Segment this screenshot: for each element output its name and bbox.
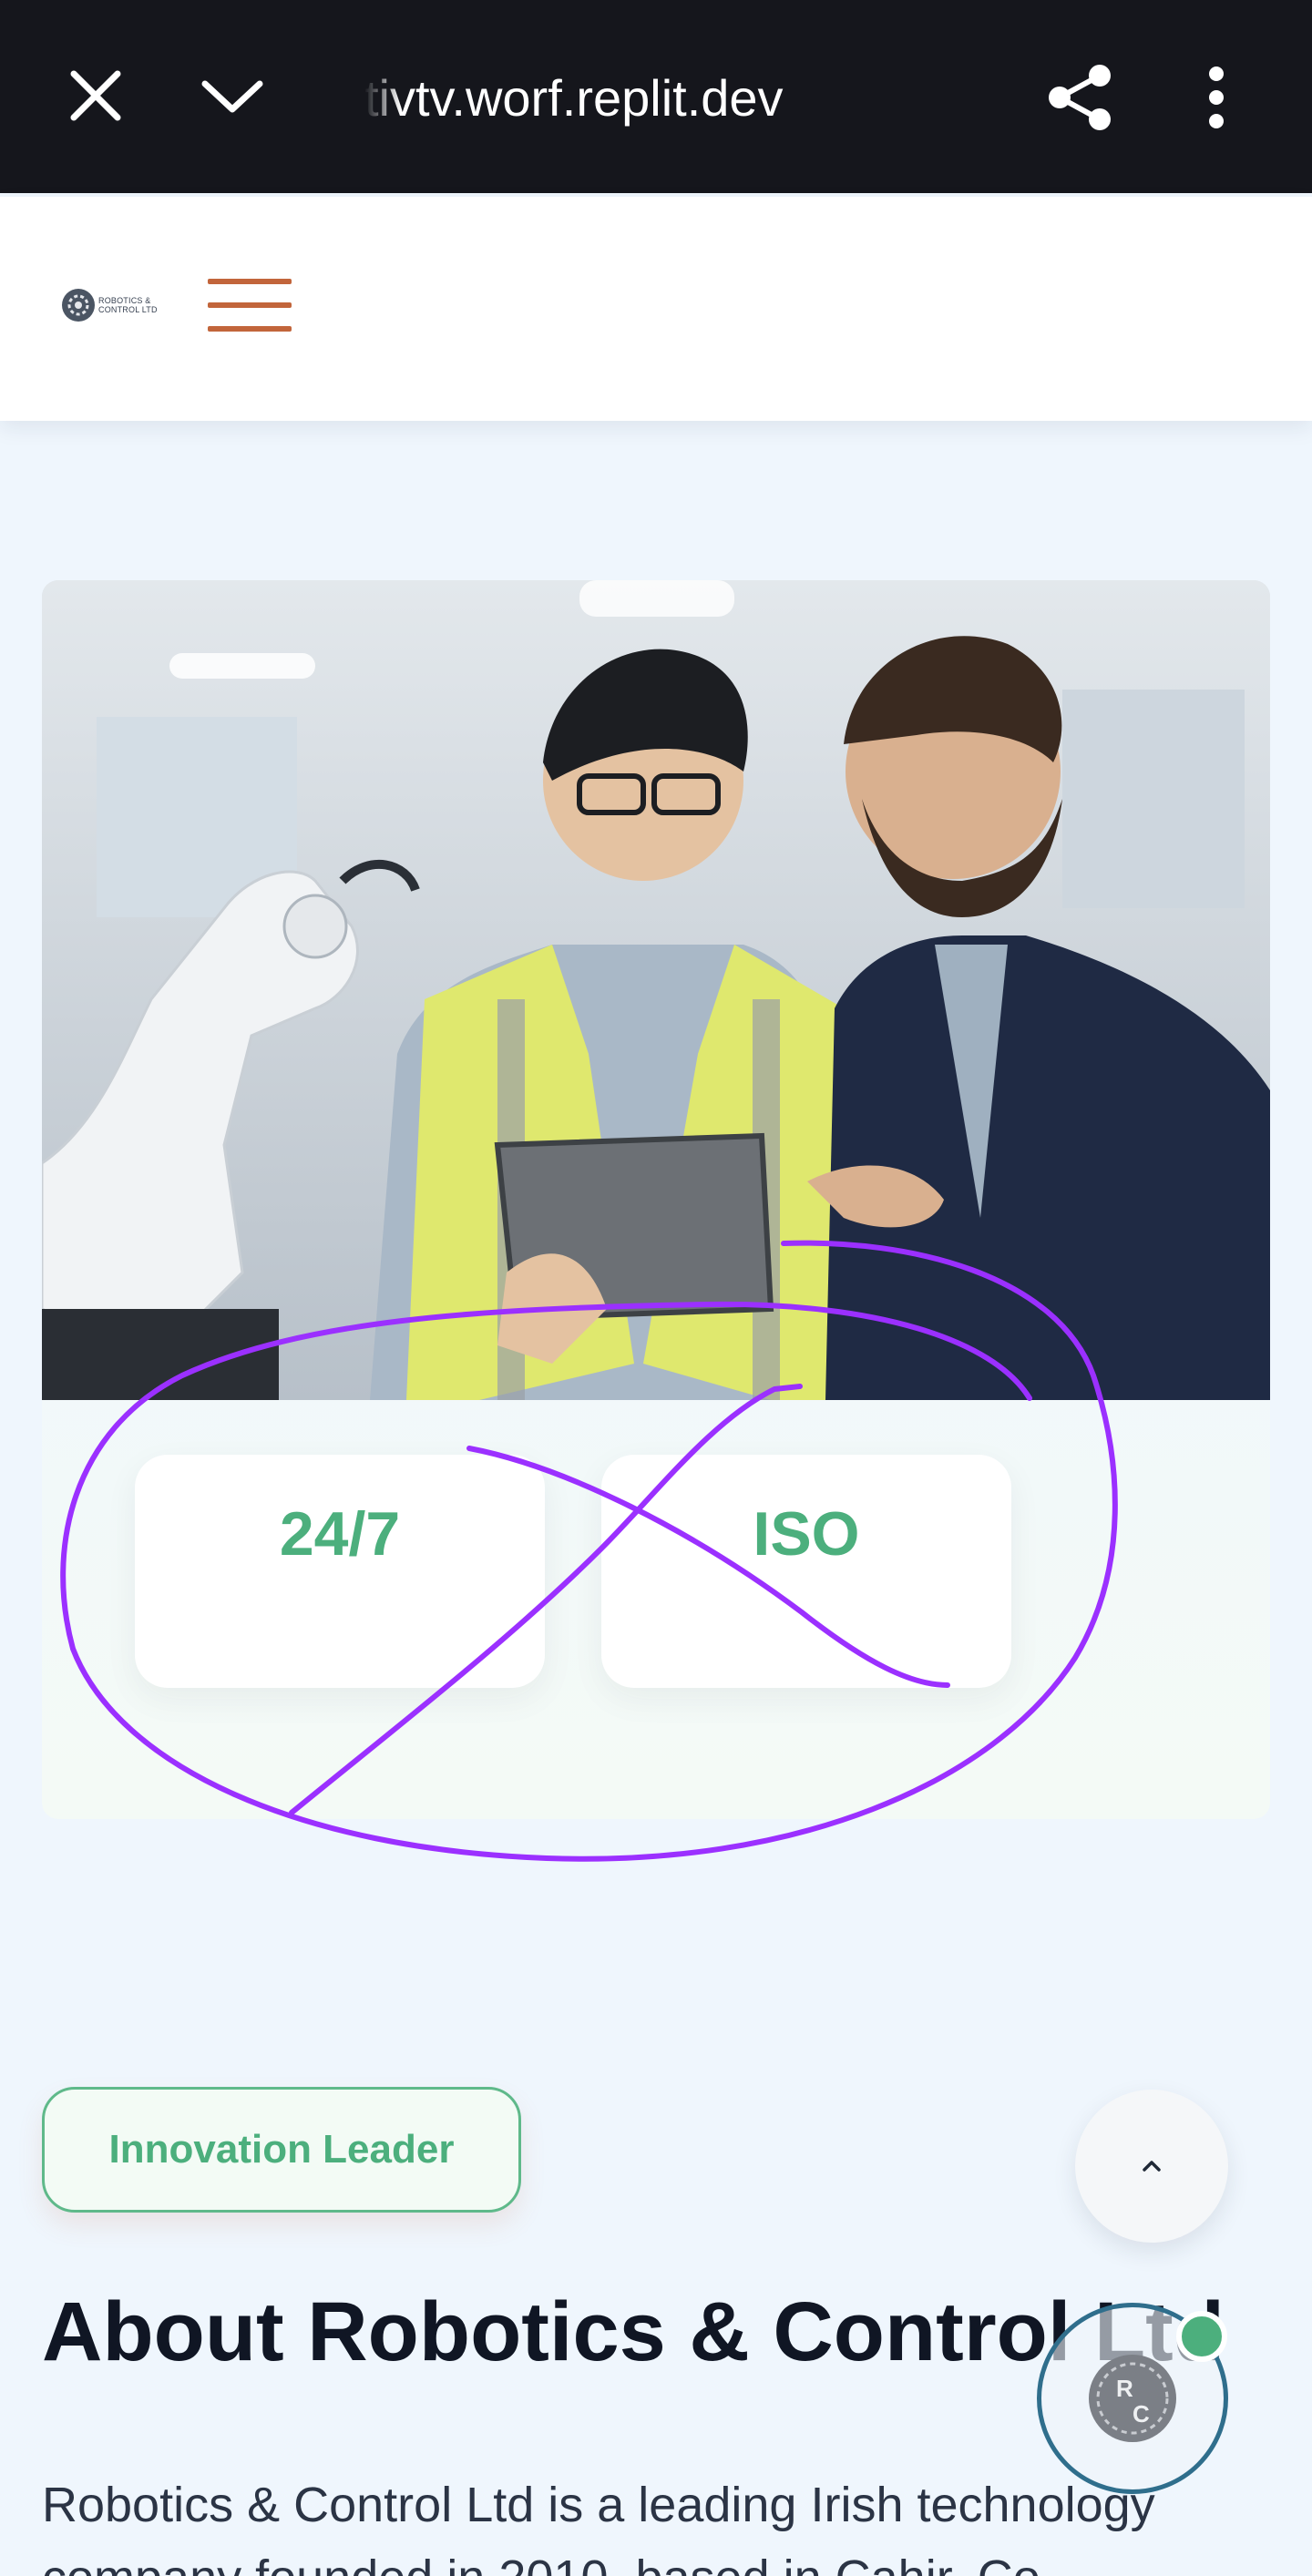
caret-up-icon — [1143, 2161, 1161, 2172]
hero-card: 24/7 ISO — [42, 580, 1270, 1819]
logo-text: ROBOTICS & CONTROL LTD — [98, 296, 158, 314]
scroll-to-top-button[interactable] — [1075, 2090, 1228, 2243]
chat-widget-button[interactable]: R C — [1037, 2303, 1228, 2494]
browser-toolbar: tivtv.worf.replit.dev — [0, 0, 1312, 193]
stat-card-availability: 24/7 — [135, 1455, 545, 1688]
more-vert-icon[interactable] — [1184, 58, 1248, 137]
hero-photo — [42, 580, 1270, 1400]
innovation-badge: Innovation Leader — [42, 2087, 521, 2213]
online-status-dot — [1176, 2311, 1227, 2362]
stat-value: ISO — [753, 1499, 860, 1569]
stat-card-certification: ISO — [601, 1455, 1011, 1688]
close-icon[interactable] — [55, 64, 137, 128]
rc-logo-icon: R C — [1089, 2355, 1176, 2442]
stat-value: 24/7 — [279, 1499, 401, 1569]
share-icon[interactable] — [1039, 58, 1121, 137]
svg-text:C: C — [1133, 2400, 1150, 2428]
url-field[interactable]: tivtv.worf.replit.dev — [364, 62, 875, 135]
gear-logo-icon — [62, 289, 95, 322]
hamburger-icon[interactable] — [208, 279, 292, 333]
site-header: ROBOTICS & CONTROL LTD — [0, 197, 1312, 421]
chevron-down-icon[interactable] — [191, 60, 273, 133]
svg-text:R: R — [1116, 2375, 1133, 2402]
company-logo[interactable]: ROBOTICS & CONTROL LTD — [62, 282, 171, 328]
